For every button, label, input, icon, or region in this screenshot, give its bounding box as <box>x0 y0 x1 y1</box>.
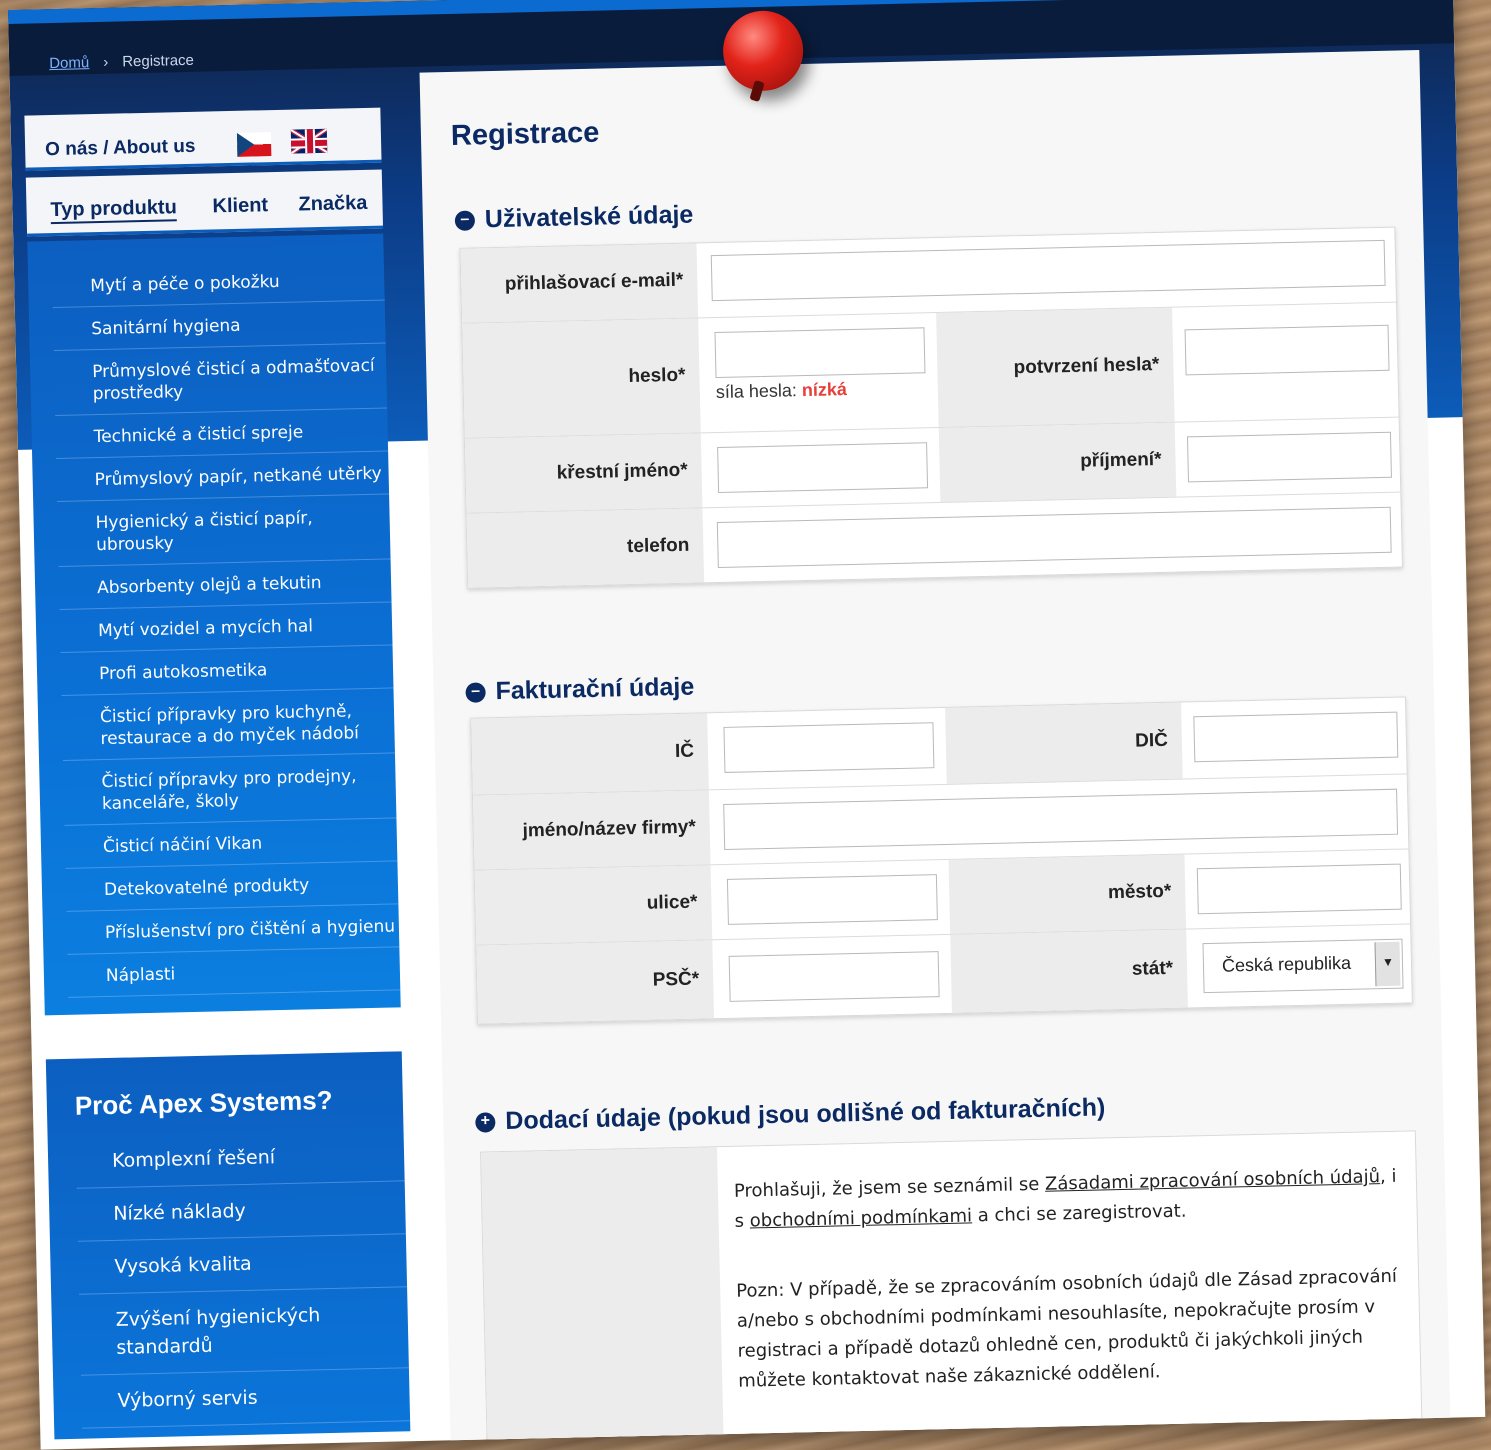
declaration-text: Prohlašuji, že jsem se seznámil se Zásad… <box>734 1162 1405 1237</box>
password-strength: síla hesla: nízká <box>716 379 848 403</box>
why-item[interactable]: Nízké náklady <box>76 1181 406 1242</box>
tab-brand[interactable]: Značka <box>298 192 367 217</box>
country-label: stát* <box>950 929 1188 1013</box>
why-item[interactable]: Zvýšení hygienických standardů <box>79 1287 409 1376</box>
city-label: město* <box>948 854 1187 934</box>
category-item[interactable]: Mytí vozidel a mycích hal <box>59 602 393 653</box>
language-box: O nás / About us <box>24 107 382 171</box>
category-item[interactable]: Průmyslové čisticí a odmašťovací prostře… <box>53 343 388 417</box>
category-item[interactable]: Příslušenství pro čištění a hygienu <box>66 904 400 955</box>
breadcrumb-current: Registrace <box>122 51 195 71</box>
category-item[interactable]: Čisticí přípravky pro kuchyně, restaurac… <box>61 688 395 761</box>
password-confirm-label: potvrzení hesla* <box>936 307 1175 427</box>
user-section-toggle[interactable]: – Uživatelské údaje <box>454 200 694 235</box>
category-item[interactable]: Sanitární hygiena <box>52 300 386 352</box>
form-row: heslo* síla hesla: nízká potvrzení hesla… <box>462 301 1399 438</box>
password-field[interactable] <box>714 327 926 379</box>
uk-flag-icon[interactable] <box>290 128 328 154</box>
category-tabs: Typ produktu Klient Značka <box>25 169 384 237</box>
breadcrumb: Domů › Registrace <box>49 52 194 72</box>
page-sheet: Domů › Registrace O nás / About us Typ pro… <box>8 0 1486 1450</box>
collapse-icon: – <box>465 682 486 704</box>
collapse-icon: – <box>454 210 476 232</box>
last-name-field[interactable] <box>1186 431 1392 483</box>
declaration-note: Pozn: V případě, že se zpracováním osobn… <box>736 1265 1398 1392</box>
email-field[interactable] <box>710 239 1386 302</box>
why-box: Proč Apex Systems? Komplexní řešení Nízk… <box>45 1051 411 1440</box>
user-section-title: Uživatelské údaje <box>484 200 694 234</box>
expand-icon: + <box>475 1112 496 1134</box>
strength-label: síla hesla: <box>715 380 798 403</box>
country-value: Česká republika <box>1221 952 1352 976</box>
phone-label: telefon <box>466 508 705 588</box>
category-item[interactable]: Hygienický a čisticí papír, ubrousky <box>57 494 391 567</box>
breadcrumb-separator: › <box>103 53 109 71</box>
first-name-field[interactable] <box>717 442 929 494</box>
password-confirm-field[interactable] <box>1184 324 1390 376</box>
zip-label: PSČ* <box>476 940 715 1024</box>
zip-field[interactable] <box>728 951 940 1002</box>
category-item[interactable]: Čisticí náčiní Vikan <box>64 818 398 869</box>
category-item[interactable]: Profi autokosmetika <box>60 645 394 696</box>
tab-product-type[interactable]: Typ produktu <box>50 196 178 225</box>
company-field[interactable] <box>723 788 1399 850</box>
password-label: heslo* <box>462 318 701 438</box>
company-label: jméno/název firmy* <box>472 790 711 870</box>
dic-label: DIČ <box>945 702 1183 784</box>
ic-field[interactable] <box>723 722 935 773</box>
chevron-down-icon[interactable]: ▼ <box>1374 941 1401 987</box>
terms-link[interactable]: obchodními podmínkami <box>750 1205 973 1231</box>
category-item[interactable]: Technické a čisticí spreje <box>55 408 389 460</box>
tab-client[interactable]: Klient <box>212 194 268 218</box>
dic-field[interactable] <box>1193 711 1399 763</box>
declaration-box: Prohlašuji, že jsem se seznámil se Zásad… <box>480 1130 1424 1450</box>
strength-value: nízká <box>801 379 848 401</box>
category-item[interactable]: Čisticí přípravky pro prodejny, kancelář… <box>63 753 397 826</box>
delivery-section-title: Dodací údaje (pokud jsou odlišné od fakt… <box>505 1093 1106 1135</box>
ic-label: IČ <box>471 713 709 795</box>
billing-form: IČ DIČ jméno/název firmy* ulice* město* … <box>470 696 1413 1025</box>
user-form: přihlašovací e-mail* heslo* síla hesla: … <box>459 226 1404 589</box>
czech-flag-icon[interactable] <box>236 132 272 157</box>
delivery-section-toggle[interactable]: + Dodací údaje (pokud jsou odlišné od fak… <box>475 1093 1106 1136</box>
category-item[interactable]: Mytí a péče o pokožku <box>51 257 385 309</box>
breadcrumb-home-link[interactable]: Domů <box>49 54 89 72</box>
why-item[interactable]: Komplexní řešení <box>75 1128 405 1189</box>
country-select[interactable]: Česká republika ▼ <box>1202 938 1404 994</box>
phone-field[interactable] <box>716 506 1392 569</box>
email-label: přihlašovací e-mail* <box>460 243 699 323</box>
category-item[interactable]: Absorbenty olejů a tekutin <box>58 559 392 610</box>
why-item[interactable]: Výborný servis <box>81 1368 411 1429</box>
category-menu: Mytí a péče o pokožku Sanitární hygiena … <box>27 233 401 1016</box>
billing-section-toggle[interactable]: – Fakturační údaje <box>465 672 695 707</box>
declaration-post: a chci se zaregistrovat. <box>971 1200 1187 1227</box>
why-item[interactable]: Vysoká kvalita <box>77 1234 408 1295</box>
first-name-label: křestní jméno* <box>464 433 703 513</box>
privacy-policy-link[interactable]: Zásadami zpracování osobních údajů <box>1045 1166 1380 1195</box>
billing-section-title: Fakturační údaje <box>495 672 695 706</box>
page-title: Registrace <box>450 116 600 152</box>
main-content: Registrace – Uživatelské údaje přihlašova… <box>419 49 1452 1450</box>
category-item[interactable]: Detekovatelné produkty <box>65 861 399 912</box>
about-us-link[interactable]: O nás / About us <box>45 136 196 161</box>
declaration-side <box>481 1147 725 1450</box>
street-label: ulice* <box>474 865 713 945</box>
declaration-pre: Prohlašuji, že jsem se seznámil se <box>733 1173 1046 1202</box>
category-item[interactable]: Náplasti <box>67 947 401 998</box>
why-title: Proč Apex Systems? <box>74 1084 333 1121</box>
street-field[interactable] <box>726 874 938 925</box>
last-name-label: příjmení* <box>938 422 1177 502</box>
city-field[interactable] <box>1196 863 1402 915</box>
category-item[interactable]: Průmyslový papír, netkané utěrky <box>56 451 390 503</box>
